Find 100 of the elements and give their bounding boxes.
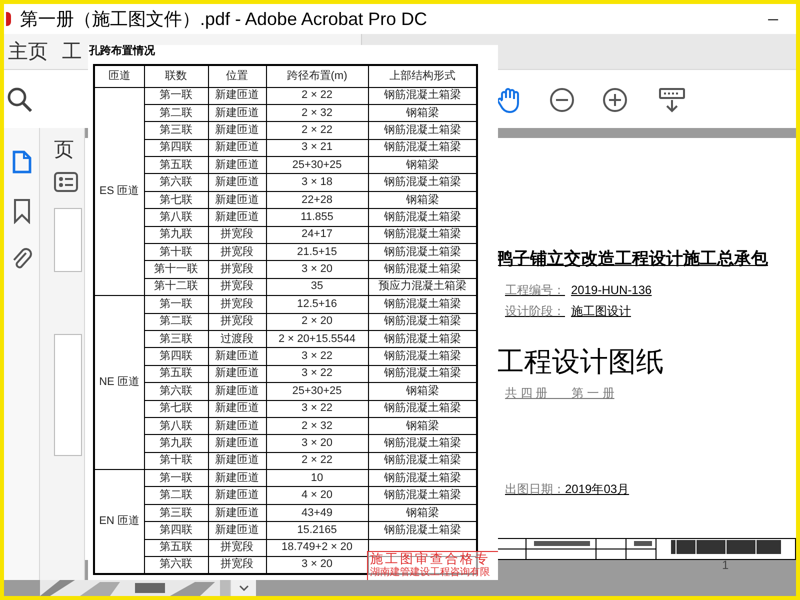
minimize-button[interactable]: ─ (768, 8, 778, 30)
table-caption: 孔跨布置情况 (89, 46, 156, 57)
table-cell: 钢筋混凝土箱梁 (368, 87, 477, 104)
table-cell: 15.2165 (266, 522, 368, 540)
table-cell: 钢筋混凝土箱梁 (368, 470, 477, 487)
table-cell: 11.855 (266, 208, 368, 226)
table-cell: 第一联 (144, 296, 208, 314)
table-cell: 钢筋混凝土箱梁 (368, 244, 477, 261)
table-cell: 第四联 (144, 348, 208, 366)
table-cell: 新建匝道 (208, 208, 266, 226)
table-cell: 钢筋混凝土箱梁 (368, 486, 477, 504)
table-cell: 新建匝道 (208, 400, 266, 418)
table-cell: 钢筋混凝土箱梁 (368, 208, 477, 226)
table-cell: 第三联 (144, 504, 208, 522)
table-cell: 钢箱梁 (368, 104, 477, 122)
table-cell: 第五联 (144, 156, 208, 174)
date-value: 2019年03月 (565, 480, 630, 498)
list-options-icon[interactable] (54, 172, 78, 192)
page-icon[interactable] (10, 150, 32, 176)
table-cell: 第十联 (144, 452, 208, 470)
column-header: 位置 (208, 65, 266, 87)
table-cell: 第九联 (144, 226, 208, 244)
table-cell: 2 × 22 (266, 452, 368, 470)
page-thumbnail[interactable] (54, 208, 82, 272)
table-cell: 3 × 22 (266, 348, 368, 366)
table-cell: 新建匝道 (208, 365, 266, 383)
field-label: 工程编号： (505, 282, 565, 298)
table-cell: 第二联 (144, 486, 208, 504)
table-cell: 新建匝道 (208, 104, 266, 122)
table-cell: 钢筋混凝土箱梁 (368, 400, 477, 418)
table-cell: 第六联 (144, 382, 208, 400)
table-cell: 18.749+2 × 20 (266, 539, 368, 557)
page-thumbnail[interactable] (54, 334, 82, 456)
field-value: 2019-HUN-136 (571, 282, 652, 298)
table-cell: 拼宽段 (208, 278, 266, 296)
table-cell: 新建匝道 (208, 486, 266, 504)
bookmark-icon[interactable] (12, 198, 30, 224)
table-cell: 拼宽段 (208, 539, 266, 557)
table-cell: 第四联 (144, 522, 208, 540)
table-cell: 第十联 (144, 244, 208, 261)
table-cell: 第六联 (144, 174, 208, 192)
column-header: 跨径布置(m) (266, 65, 368, 87)
table-cell: 钢筋混凝土箱梁 (368, 313, 477, 330)
table-cell: 新建匝道 (208, 382, 266, 400)
table-cell: 24+17 (266, 226, 368, 244)
table-cell: 43+49 (266, 504, 368, 522)
volume-label: 共 四 册 第 一 册 (505, 384, 616, 402)
table-cell: 钢箱梁 (368, 191, 477, 209)
table-cell: 钢筋混凝土箱梁 (368, 260, 477, 278)
table-cell: 钢箱梁 (368, 156, 477, 174)
table-cell: 2 × 22 (266, 87, 368, 104)
table-cell: 第八联 (144, 208, 208, 226)
table-cell: 钢箱梁 (368, 382, 477, 400)
table-cell: 新建匝道 (208, 139, 266, 157)
table-cell: 钢筋混凝土箱梁 (368, 174, 477, 192)
table-cell: 4 × 20 (266, 486, 368, 504)
table-cell: 新建匝道 (208, 348, 266, 366)
table-cell: 2 × 22 (266, 122, 368, 140)
table-cell: 拼宽段 (208, 226, 266, 244)
table-cell: 新建匝道 (208, 504, 266, 522)
table-cell: 10 (266, 470, 368, 487)
table-cell: 2 × 32 (266, 417, 368, 435)
app-icon (6, 12, 11, 26)
zoom-in-icon[interactable] (602, 87, 628, 113)
table-cell: 第五联 (144, 539, 208, 557)
column-header: 匝道 (94, 65, 144, 87)
table-cell: 新建匝道 (208, 191, 266, 209)
field-value: 施工图设计 (571, 302, 631, 320)
column-header: 联数 (144, 65, 208, 87)
table-cell: 第二联 (144, 104, 208, 122)
panel-title: 页 (54, 140, 75, 160)
drawing-heading: 工程设计图纸 (496, 348, 665, 376)
thumbnail-dropdown-button[interactable] (230, 580, 256, 596)
chevron-down-icon (238, 585, 248, 591)
table-cell: 钢筋混凝土箱梁 (368, 139, 477, 157)
table-cell: 35 (266, 278, 368, 296)
tab[interactable]: 工 (58, 36, 86, 66)
table-cell: 钢筋混凝土箱梁 (368, 226, 477, 244)
table-cell: 第一联 (144, 87, 208, 104)
table-cell: 第三联 (144, 330, 208, 348)
table-cell: 钢筋混凝土箱梁 (368, 330, 477, 348)
zoom-out-icon[interactable] (549, 87, 575, 113)
search-icon[interactable] (6, 86, 34, 114)
table-cell: 新建匝道 (208, 417, 266, 435)
table-cell: 新建匝道 (208, 122, 266, 140)
table-cell: 25+30+25 (266, 156, 368, 174)
table-cell: 拼宽段 (208, 260, 266, 278)
table-cell: 第三联 (144, 122, 208, 140)
date-label: 出图日期： (505, 480, 565, 498)
table-cell: 3 × 20 (266, 434, 368, 452)
table-cell: 第二联 (144, 313, 208, 330)
table-cell: 3 × 22 (266, 365, 368, 383)
table-cell: 钢筋混凝土箱梁 (368, 452, 477, 470)
approval-stamp: 施工图审查合格专 湖南建管建设工程咨询有限 (367, 551, 498, 580)
keyboard-download-icon[interactable] (658, 86, 686, 114)
table-cell: 12.5+16 (266, 296, 368, 314)
table-cell: 2 × 32 (266, 104, 368, 122)
tab[interactable]: 主页 (4, 36, 52, 66)
table-cell: 钢筋混凝土箱梁 (368, 434, 477, 452)
table-cell: 新建匝道 (208, 87, 266, 104)
